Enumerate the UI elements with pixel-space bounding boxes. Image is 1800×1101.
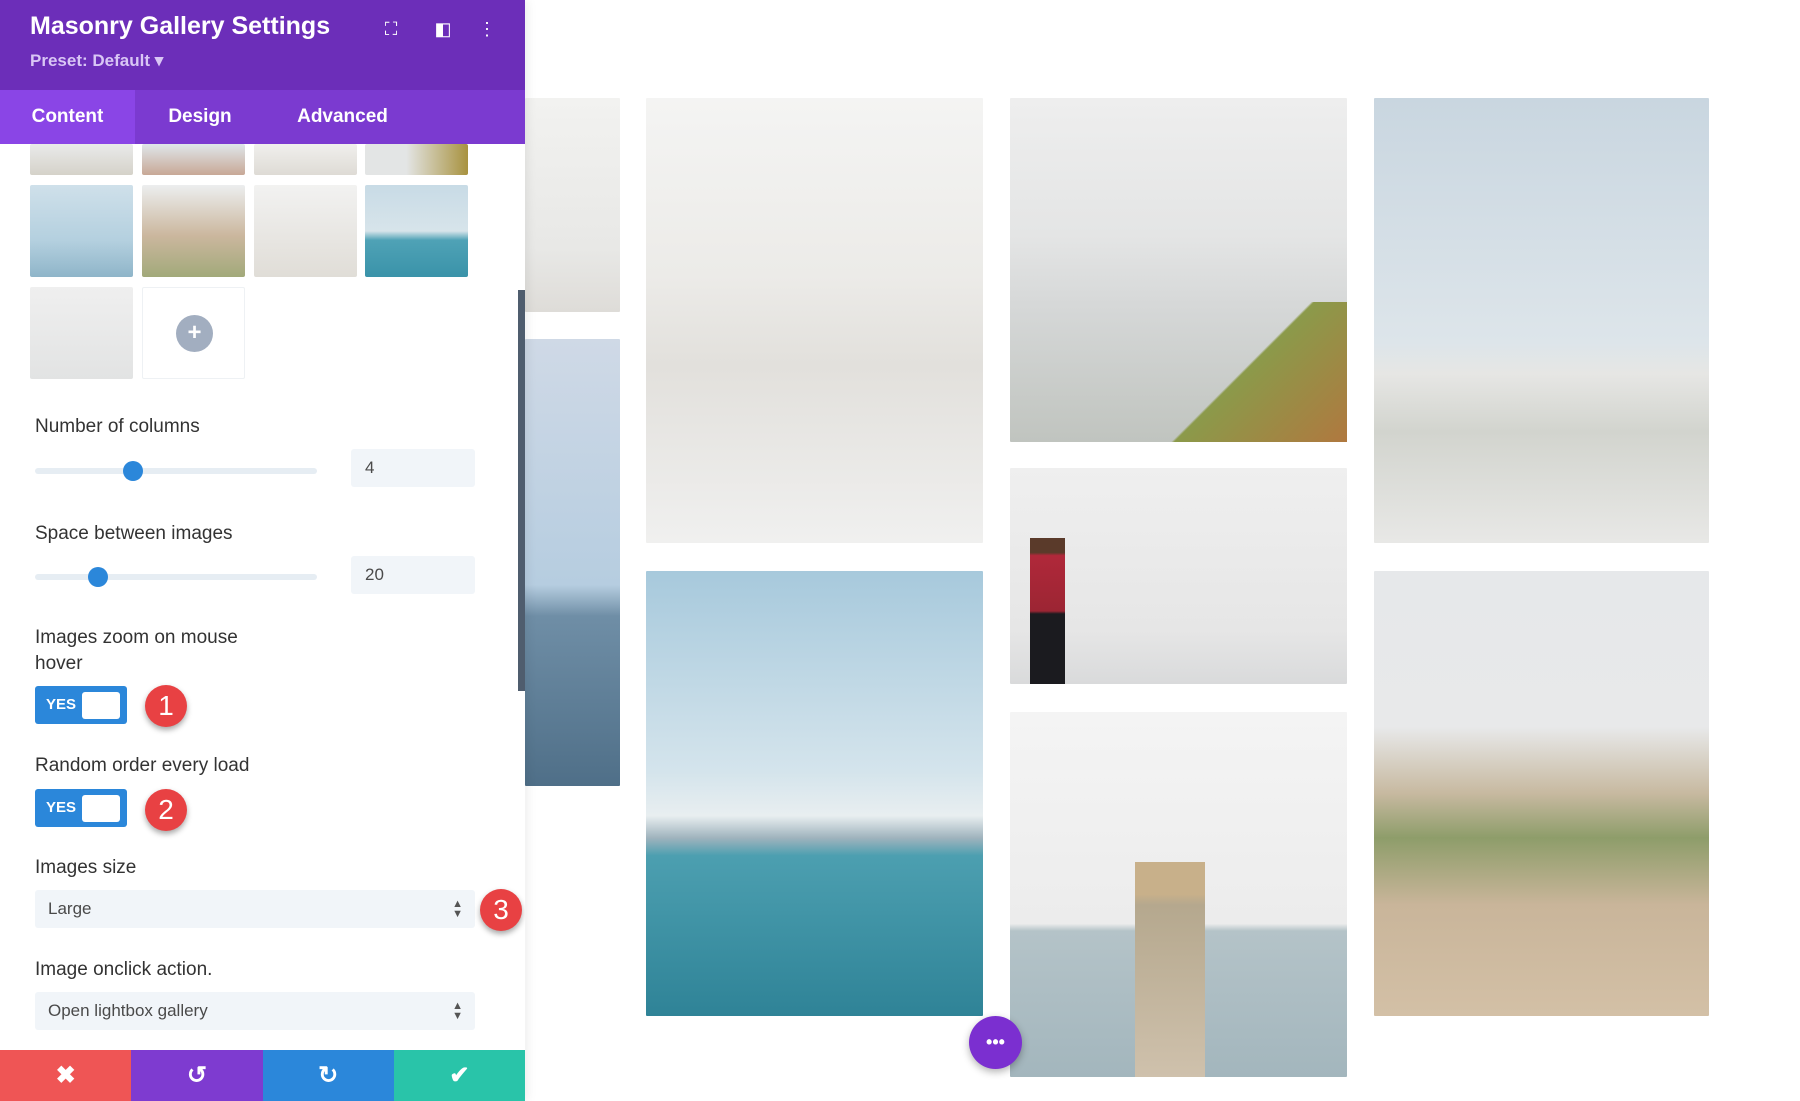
save-button[interactable]: ✔	[393, 1050, 525, 1101]
columns-label: Number of columns	[35, 416, 200, 437]
gallery-thumb[interactable]	[254, 144, 357, 175]
discard-button[interactable]: ✖	[0, 1050, 132, 1101]
close-icon: ✖	[55, 1062, 76, 1089]
spacing-slider[interactable]	[35, 567, 317, 587]
gallery-image-sailboat-sea[interactable]	[646, 571, 983, 1016]
gallery-image-white-living-room[interactable]	[646, 98, 983, 543]
random-order-label: Random order every load	[35, 755, 250, 776]
annotation-badge-2: 2	[145, 789, 187, 831]
gallery-image-hiker[interactable]	[1010, 468, 1347, 684]
undo-button[interactable]: ↺	[131, 1050, 263, 1101]
gallery-image-dunes[interactable]	[1374, 98, 1709, 543]
gallery-thumb[interactable]	[142, 144, 245, 175]
select-arrows-icon: ▲ ▼	[452, 898, 463, 920]
redo-button[interactable]: ↻	[262, 1050, 394, 1101]
toggle-state: YES	[46, 799, 77, 816]
redo-icon: ↻	[318, 1062, 339, 1089]
onclick-label: Image onclick action.	[35, 959, 213, 980]
select-arrows-icon: ▲ ▼	[452, 1000, 463, 1022]
gallery-image-partial-room[interactable]	[525, 98, 620, 312]
gallery-image-partial-sea[interactable]	[525, 339, 620, 786]
panel-title: Masonry Gallery Settings	[30, 12, 331, 40]
gallery-thumb[interactable]	[254, 185, 357, 277]
columns-slider[interactable]	[35, 461, 317, 481]
zoom-hover-label: Images zoom on mouse hover	[35, 627, 238, 674]
panel-tabs: Content Design Advanced	[0, 90, 525, 144]
focus-icon[interactable]: ⛶	[378, 16, 404, 42]
random-order-toggle[interactable]: YES	[35, 789, 127, 827]
settings-panel: Masonry Gallery Settings Preset: Default…	[0, 0, 525, 1101]
gallery-image-pier-gazebo[interactable]	[1010, 712, 1347, 1077]
split-view-icon[interactable]: ◧	[430, 16, 456, 42]
zoom-hover-toggle[interactable]: YES	[35, 686, 127, 724]
images-size-select[interactable]: Large ▲ ▼	[35, 890, 475, 928]
gallery-thumb[interactable]	[365, 144, 468, 175]
select-value: Large	[48, 899, 92, 918]
tab-content[interactable]: Content	[0, 90, 135, 144]
undo-icon: ↺	[186, 1062, 207, 1089]
columns-input[interactable]: 4	[351, 449, 475, 487]
more-actions-fab[interactable]: •••	[969, 1016, 1022, 1069]
spacing-slider-thumb[interactable]	[88, 567, 108, 587]
panel-header: Masonry Gallery Settings Preset: Default…	[0, 0, 525, 90]
toggle-knob	[82, 795, 120, 822]
gallery-image-rope-fence-path[interactable]	[1374, 571, 1709, 1016]
more-vertical-icon[interactable]: ⋮	[474, 16, 500, 42]
tab-advanced[interactable]: Advanced	[285, 90, 400, 144]
add-image-button[interactable]: +	[142, 287, 245, 379]
annotation-badge-1: 1	[145, 685, 187, 727]
preset-dropdown[interactable]: Preset: Default ▾	[30, 51, 163, 71]
spacing-input[interactable]: 20	[351, 556, 475, 594]
panel-scrollbar[interactable]	[518, 290, 525, 691]
gallery-thumb[interactable]	[365, 185, 468, 277]
annotation-badge-3: 3	[480, 889, 522, 931]
columns-slider-thumb[interactable]	[123, 461, 143, 481]
plus-icon: +	[176, 315, 213, 352]
gallery-thumb[interactable]	[30, 287, 133, 379]
images-size-label: Images size	[35, 857, 137, 878]
spacing-label: Space between images	[35, 523, 233, 544]
gallery-image-cliff-pier[interactable]	[1010, 98, 1347, 442]
onclick-select[interactable]: Open lightbox gallery ▲ ▼	[35, 992, 475, 1030]
tab-design[interactable]: Design	[150, 90, 250, 144]
check-icon: ✔	[449, 1062, 470, 1089]
toggle-knob	[82, 692, 120, 719]
select-value: Open lightbox gallery	[48, 1001, 208, 1020]
gallery-thumb[interactable]	[30, 144, 133, 175]
gallery-thumb[interactable]	[142, 185, 245, 277]
gallery-thumb[interactable]	[30, 185, 133, 277]
toggle-state: YES	[46, 696, 77, 713]
